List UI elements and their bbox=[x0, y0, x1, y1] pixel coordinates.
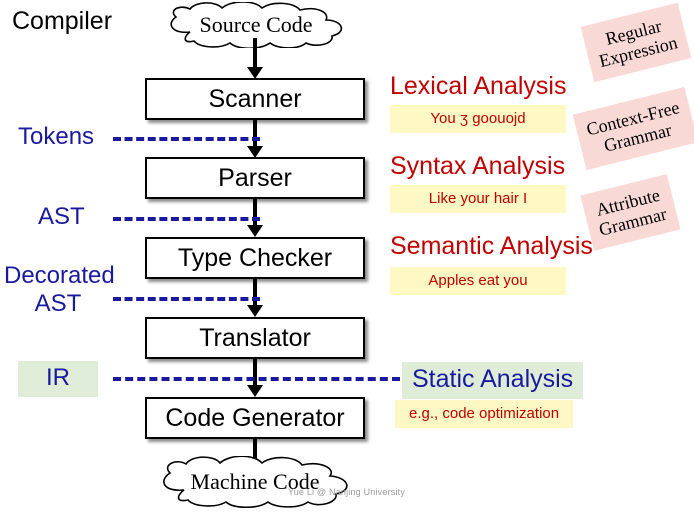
arrow-parser-to-type-checker bbox=[247, 199, 263, 237]
stage-box-code-generator[interactable]: Code Generator bbox=[145, 397, 365, 439]
edge-label-decorated-ast-line2: AST bbox=[34, 290, 82, 318]
stage-label-type-checker: Type Checker bbox=[177, 243, 333, 272]
stage-label-code-generator: Code Generator bbox=[165, 403, 345, 432]
formalism-tag-regular-expression: Regular Expression bbox=[580, 2, 692, 83]
formalism-tag-attribute-grammar: Attribute Grammar bbox=[580, 174, 681, 252]
stage-box-translator[interactable]: Translator bbox=[145, 317, 365, 359]
page-title: Compiler bbox=[12, 7, 113, 35]
stage-box-scanner[interactable]: Scanner bbox=[145, 78, 365, 120]
edge-label-ast: AST bbox=[38, 203, 85, 230]
arrow-type-checker-to-translator bbox=[247, 279, 263, 317]
stage-box-type-checker[interactable]: Type Checker bbox=[145, 237, 365, 279]
phase-note-semantic-analysis: Apples eat you bbox=[390, 267, 566, 295]
phase-heading-syntax-analysis: Syntax Analysis bbox=[390, 152, 566, 180]
watermark: Yue Li @ Nanjing University bbox=[288, 487, 406, 497]
machine-code-cloud: Machine Code bbox=[150, 456, 360, 508]
dashed-separator-decorated-ast bbox=[113, 297, 260, 301]
formalism-tag-context-free-grammar: Context-Free Grammar bbox=[572, 86, 694, 171]
stage-box-parser[interactable]: Parser bbox=[145, 157, 365, 199]
arrow-translator-to-code-generator bbox=[247, 359, 263, 397]
stage-label-parser: Parser bbox=[218, 163, 292, 192]
dashed-separator-ast bbox=[113, 217, 260, 221]
dashed-separator-tokens bbox=[113, 137, 260, 141]
edge-label-ir: IR bbox=[18, 361, 98, 397]
phase-note-static-analysis: e.g., code optimization bbox=[395, 400, 574, 428]
stage-label-scanner: Scanner bbox=[208, 84, 302, 113]
edge-label-decorated-ast-line1: Decorated bbox=[4, 262, 115, 289]
edge-label-tokens: Tokens bbox=[18, 123, 95, 150]
dashed-separator-ir bbox=[113, 377, 400, 381]
phase-heading-static-analysis: Static Analysis bbox=[402, 362, 584, 399]
stage-label-translator: Translator bbox=[199, 323, 311, 352]
phase-heading-semantic-analysis: Semantic Analysis bbox=[390, 232, 593, 260]
arrow-source-to-scanner bbox=[247, 38, 263, 79]
compiler-pipeline-diagram: Compiler Source Code Scanner Parser Type… bbox=[0, 0, 694, 512]
edge-label-decorated-ast: Decorated AST bbox=[4, 262, 115, 319]
phase-heading-lexical-analysis: Lexical Analysis bbox=[390, 72, 567, 100]
arrow-scanner-to-parser bbox=[247, 120, 263, 158]
machine-code-cloud-label: Machine Code bbox=[190, 469, 320, 494]
phase-note-lexical-analysis: You ʒ goouojd bbox=[390, 105, 566, 133]
phase-note-syntax-analysis: Like your hair I bbox=[390, 185, 566, 213]
